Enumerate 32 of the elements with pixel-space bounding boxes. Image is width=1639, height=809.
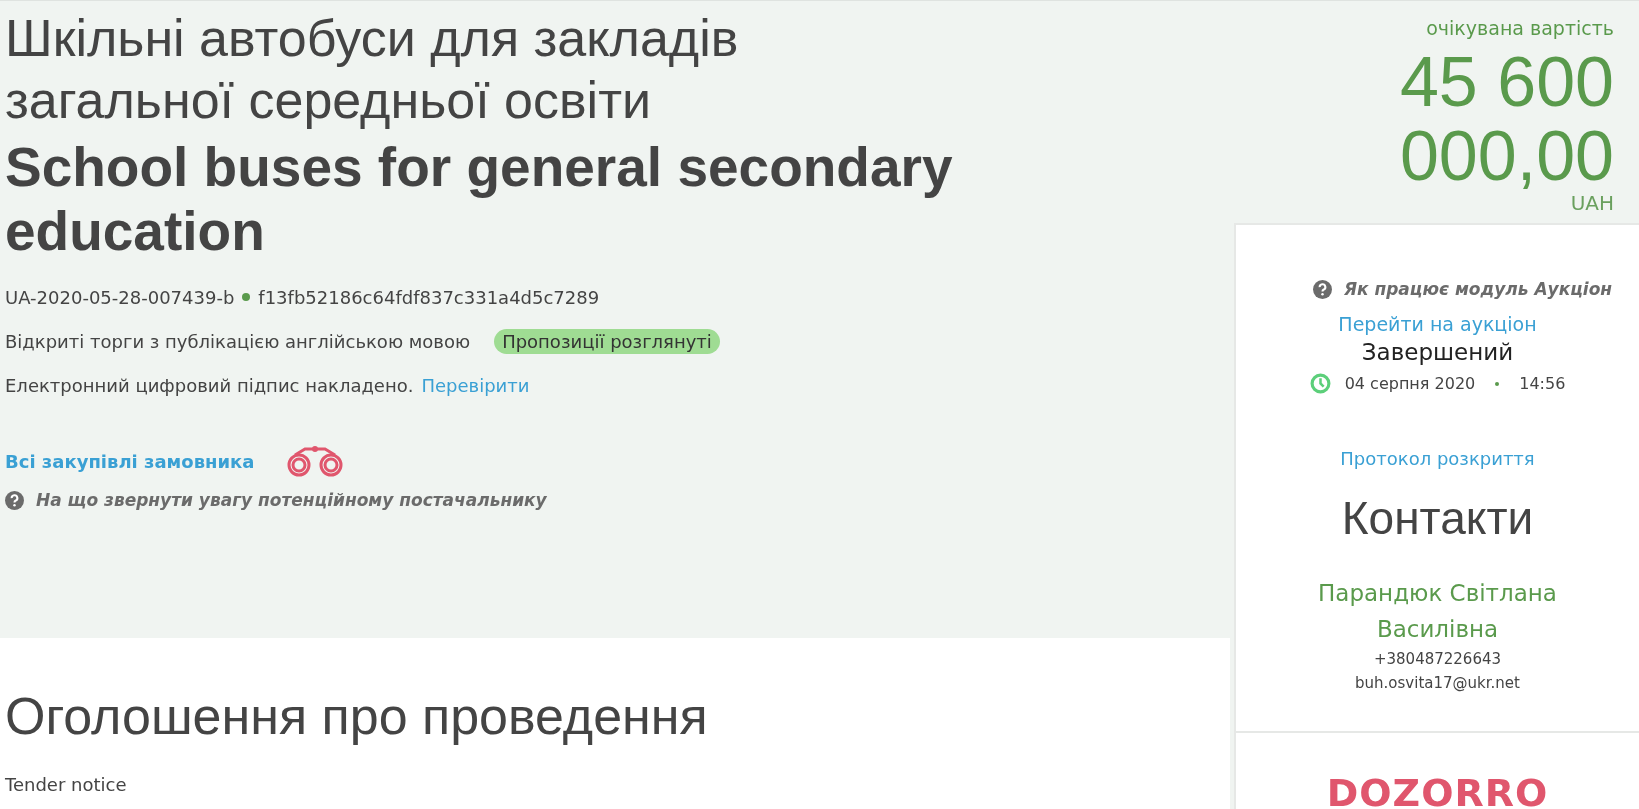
section-subheading: Tender notice (5, 774, 128, 795)
help-icon (1312, 279, 1332, 299)
customer-purchases-link[interactable]: Всі закупівлі замовника (5, 450, 255, 472)
auction-status: Завершений (1361, 339, 1514, 365)
protocol-link[interactable]: Протокол розкриття (1340, 448, 1535, 469)
auction-link[interactable]: Перейти на аукціон (1338, 313, 1537, 335)
tender-hash: f13fb52186c64fdf837c331a4d5c7289 (258, 286, 600, 308)
auction-help-link[interactable]: Як працює модуль Аукціон (1343, 279, 1613, 299)
tender-id: UA-2020-05-28-007439-b (5, 286, 235, 308)
auction-time: 14:56 (1519, 374, 1566, 393)
contact-email: buh.osvita17@ukr.net (1355, 673, 1520, 694)
currency: UAH (1569, 193, 1614, 213)
tender-title: Шкільні автобуси для закладів (5, 8, 739, 69)
price-amount: 45 600 000,00 (1398, 45, 1614, 193)
status-badge: Пропозиції розглянуті (494, 328, 720, 354)
signature-text: Електронний цифровий підпис накладено. (5, 374, 414, 396)
price-label: очікувана вартість (1425, 17, 1614, 39)
contact-phone: +380487226643 (1373, 649, 1502, 670)
auction-date: 04 серпня 2020 (1344, 374, 1476, 393)
clock-icon (1309, 373, 1331, 394)
tender-title-english: School buses for general secondary education (5, 135, 954, 263)
verify-link[interactable]: Перевірити (421, 374, 530, 396)
help-icon (5, 490, 24, 510)
tender-title: загальної середньої освіти (5, 70, 651, 131)
contacts-heading: Контакти (1341, 491, 1534, 545)
supplier-hint-link[interactable]: На що звернути увагу потенційному постачальнику (36, 490, 547, 510)
procedure-type: Відкриті торги з публікацією англійською мовою (5, 330, 471, 352)
section-heading: Оголошення про проведення (5, 686, 709, 746)
dozorro-logo[interactable]: DOZORRO (1326, 771, 1549, 809)
contact-name: Парандюк Світлана Василівна (1317, 579, 1558, 644)
separator-dot-icon (1495, 381, 1500, 386)
separator-dot-icon (242, 293, 251, 301)
